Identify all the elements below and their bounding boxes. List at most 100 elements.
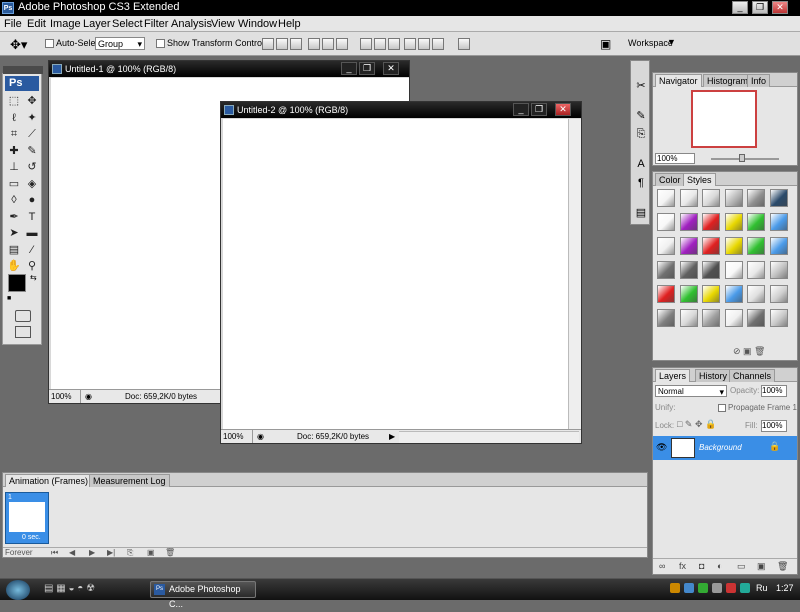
style-swatch[interactable] <box>657 213 675 231</box>
style-swatch[interactable] <box>657 261 675 279</box>
style-swatch[interactable] <box>679 261 698 279</box>
auto-select-checkbox[interactable] <box>45 39 54 48</box>
style-swatch[interactable] <box>747 309 765 327</box>
style-swatch[interactable] <box>724 261 743 279</box>
style-swatch[interactable] <box>724 285 743 303</box>
styles-footer-icons[interactable]: ⊘ ▣ 🗑 <box>733 346 765 357</box>
align-vcenter-icon[interactable] <box>276 38 288 50</box>
new-group-icon[interactable]: ▭ <box>737 561 746 572</box>
new-layer-icon[interactable]: ▣ <box>757 561 766 572</box>
style-swatch[interactable] <box>702 213 720 231</box>
tray-icon[interactable] <box>684 583 694 593</box>
style-swatch[interactable] <box>769 237 788 255</box>
menu-window[interactable]: Window <box>238 18 277 30</box>
language-indicator[interactable]: Ru <box>756 583 768 593</box>
slice-icon[interactable]: ⟋ <box>24 127 40 142</box>
tray-icon[interactable] <box>712 583 722 593</box>
document-2-canvas[interactable] <box>223 119 568 430</box>
style-swatch[interactable] <box>747 213 765 231</box>
default-colors-icon[interactable]: ■ <box>7 295 11 302</box>
align-hcenter-icon[interactable] <box>322 38 334 50</box>
brush-icon[interactable]: ✎ <box>24 144 40 159</box>
menu-image[interactable]: Image <box>50 18 81 30</box>
tab-history[interactable]: History <box>695 369 732 382</box>
move-icon[interactable]: ✥ <box>24 94 40 109</box>
menu-file[interactable]: File <box>4 18 22 30</box>
duplicate-frame-icon[interactable]: ▣ <box>147 548 155 557</box>
brushes-icon[interactable]: ✎ <box>634 109 648 123</box>
document-2-horizontal-scrollbar[interactable] <box>399 431 579 443</box>
style-swatch[interactable] <box>657 189 675 207</box>
adjustment-layer-icon[interactable]: ◐ <box>717 561 722 571</box>
style-swatch[interactable] <box>747 189 765 207</box>
menu-filter[interactable]: Filter <box>144 18 168 30</box>
style-swatch[interactable] <box>702 261 720 279</box>
auto-select-dropdown[interactable]: Group <box>95 37 145 50</box>
eraser-icon[interactable]: ▭ <box>6 177 22 192</box>
show-transform-checkbox[interactable] <box>156 39 165 48</box>
document-2-zoom[interactable]: 100% <box>223 430 253 443</box>
navigator-zoom-slider[interactable] <box>711 158 779 160</box>
align-left-icon[interactable] <box>308 38 320 50</box>
prev-frame-icon[interactable]: ◀ <box>69 548 75 557</box>
workspace-dropdown-icon[interactable]: ▼ <box>667 37 676 47</box>
loop-dropdown[interactable]: Forever <box>5 548 33 557</box>
blur-icon[interactable]: ◊ <box>6 193 22 208</box>
first-frame-icon[interactable]: ⏮ <box>51 548 58 558</box>
navigator-zoom-thumb[interactable] <box>739 154 745 162</box>
quick-launch-icons[interactable]: ▤ ▦ ◒ ◓ ☢ <box>44 583 95 594</box>
doc-2-close-button[interactable]: ✕ <box>555 103 571 116</box>
style-swatch[interactable] <box>702 309 720 327</box>
tab-layers[interactable]: Layers <box>655 369 691 382</box>
distribute-top-icon[interactable] <box>360 38 372 50</box>
tab-navigator[interactable]: Navigator <box>655 74 702 87</box>
next-frame-icon[interactable]: ▶| <box>107 548 115 557</box>
marquee-icon[interactable]: ⬚ <box>6 94 22 109</box>
style-swatch[interactable] <box>657 237 675 255</box>
play-icon[interactable]: ▶ <box>89 548 95 557</box>
frame-delay[interactable]: 0 sec. <box>22 534 41 541</box>
doc-1-restore-button[interactable]: ❐ <box>359 62 375 75</box>
menu-analysis[interactable]: Analysis <box>171 18 212 30</box>
style-swatch[interactable] <box>769 285 788 303</box>
eyedropper-icon[interactable]: ⁄ <box>24 243 40 258</box>
align-bottom-icon[interactable] <box>290 38 302 50</box>
doc-2-restore-button[interactable]: ❐ <box>531 103 547 116</box>
style-swatch[interactable] <box>702 285 720 303</box>
history-brush-icon[interactable]: ↺ <box>24 160 40 175</box>
crop-icon[interactable]: ⌗ <box>6 127 22 142</box>
lock-icons[interactable]: □ ✎ ✥ 🔒 <box>677 419 716 430</box>
clone-source-icon[interactable]: ⎘ <box>634 127 648 141</box>
menu-help[interactable]: Help <box>278 18 301 30</box>
style-swatch[interactable] <box>747 237 765 255</box>
doc-1-close-button[interactable]: ✕ <box>383 62 399 75</box>
tab-histogram[interactable]: Histogram <box>703 74 753 87</box>
doc-1-minimize-button[interactable]: _ <box>341 62 357 75</box>
tab-measurement-log[interactable]: Measurement Log <box>89 474 170 487</box>
taskbar-photoshop-button[interactable]: Ps Adobe Photoshop C... <box>150 581 256 609</box>
style-swatch[interactable] <box>679 213 698 231</box>
eye-icon[interactable]: 👁 <box>656 442 667 453</box>
menu-edit[interactable]: Edit <box>27 18 46 30</box>
tray-icon[interactable] <box>670 583 680 593</box>
foreground-color-swatch[interactable] <box>8 274 26 292</box>
distribute-vcenter-icon[interactable] <box>374 38 386 50</box>
status-arrow-right-icon[interactable]: ▶ <box>389 430 395 443</box>
document-2-vertical-scrollbar[interactable] <box>568 119 581 430</box>
style-swatch[interactable] <box>679 309 698 327</box>
style-swatch[interactable] <box>679 237 698 255</box>
navigator-preview[interactable] <box>691 90 757 148</box>
tab-animation-frames[interactable]: Animation (Frames) <box>5 474 93 487</box>
distribute-right-icon[interactable] <box>432 38 444 50</box>
align-right-icon[interactable] <box>336 38 348 50</box>
tween-icon[interactable]: ⎘ <box>127 548 133 558</box>
path-select-icon[interactable]: ➤ <box>6 226 22 241</box>
shape-icon[interactable]: ▬ <box>24 226 40 241</box>
opacity-field[interactable]: 100% <box>761 385 787 397</box>
style-swatch[interactable] <box>679 189 698 207</box>
tray-icon[interactable] <box>726 583 736 593</box>
style-swatch[interactable] <box>747 261 765 279</box>
tab-color[interactable]: Color <box>655 173 685 186</box>
style-swatch[interactable] <box>724 309 743 327</box>
style-swatch[interactable] <box>769 189 788 207</box>
